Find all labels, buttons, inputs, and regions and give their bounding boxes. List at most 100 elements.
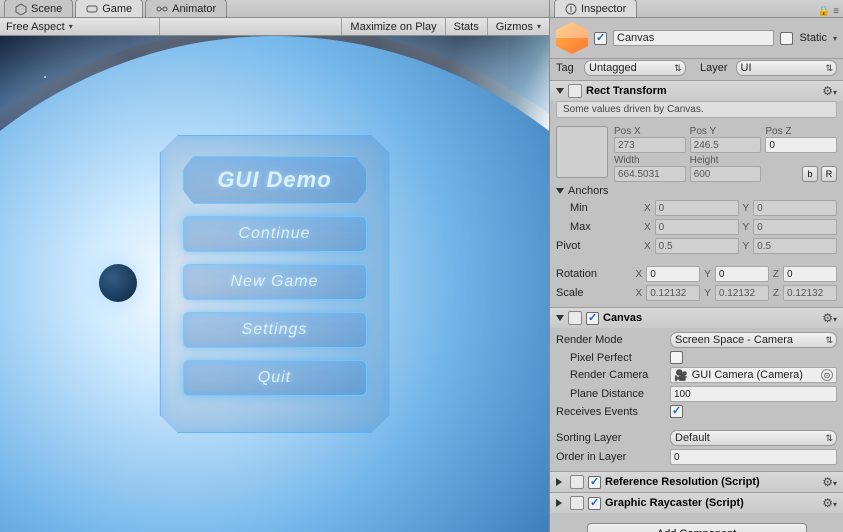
graphic-raycaster-header[interactable]: Graphic Raycaster (Script) ⚙▾: [550, 493, 843, 513]
rect-transform-title: Rect Transform: [586, 85, 667, 97]
main-tabs: Scene Game Animator: [0, 0, 549, 18]
canvas-title: Canvas: [603, 312, 642, 324]
game-view: GUI Demo Continue New Game Settings Quit: [0, 36, 549, 532]
anchor-max-x[interactable]: [655, 219, 739, 235]
posx-label: Pos X: [614, 126, 686, 137]
gizmos-label: Gizmos: [496, 21, 533, 33]
continue-button[interactable]: Continue: [183, 216, 367, 252]
reference-resolution-title: Reference Resolution (Script): [605, 476, 760, 488]
tab-scene[interactable]: Scene: [4, 0, 73, 17]
static-label: Static: [799, 32, 827, 44]
gizmos-button[interactable]: Gizmos: [487, 18, 549, 35]
render-mode-label: Render Mode: [556, 334, 666, 346]
anchor-preset[interactable]: [556, 126, 608, 178]
fold-icon: [556, 88, 564, 94]
new-game-button[interactable]: New Game: [183, 264, 367, 300]
active-checkbox[interactable]: [594, 32, 607, 45]
script-icon: [570, 496, 584, 510]
receives-events-checkbox[interactable]: [670, 405, 683, 418]
raycaster-enabled-checkbox[interactable]: [588, 497, 601, 510]
maximize-on-play-button[interactable]: Maximize on Play: [341, 18, 444, 35]
add-component-button[interactable]: Add Component: [587, 523, 807, 532]
tag-select[interactable]: Untagged: [584, 60, 686, 76]
tab-inspector[interactable]: i Inspector: [554, 0, 637, 17]
maximize-label: Maximize on Play: [350, 21, 436, 33]
anchor-min-y[interactable]: [753, 200, 837, 216]
fold-icon: [556, 499, 566, 507]
static-checkbox[interactable]: [780, 32, 793, 45]
svg-text:i: i: [570, 3, 572, 15]
rot-x[interactable]: [646, 266, 700, 282]
posx-input[interactable]: [614, 137, 686, 153]
rect-transform-section: Rect Transform ⚙▾ Some values driven by …: [550, 80, 843, 307]
plane-distance-input[interactable]: [670, 386, 837, 402]
gameobject-icon[interactable]: [556, 22, 588, 54]
refres-enabled-checkbox[interactable]: [588, 476, 601, 489]
rect-transform-hint: Some values driven by Canvas.: [556, 101, 837, 118]
rot-z[interactable]: [783, 266, 837, 282]
anchors-fold-icon[interactable]: [556, 188, 564, 194]
tab-game[interactable]: Game: [75, 0, 143, 17]
stats-button[interactable]: Stats: [445, 18, 487, 35]
anchor-min-x[interactable]: [655, 200, 739, 216]
anchor-max-y[interactable]: [753, 219, 837, 235]
sorting-layer-label: Sorting Layer: [556, 432, 666, 444]
rotation-label: Rotation: [556, 268, 632, 280]
plane-distance-label: Plane Distance: [570, 388, 666, 400]
rot-y[interactable]: [715, 266, 769, 282]
render-mode-select[interactable]: Screen Space - Camera: [670, 332, 837, 348]
fold-icon: [556, 478, 566, 486]
settings-button[interactable]: Settings: [183, 312, 367, 348]
scale-z[interactable]: [783, 285, 837, 301]
stats-label: Stats: [454, 21, 479, 33]
height-input[interactable]: [690, 166, 762, 182]
tab-animator[interactable]: Animator: [145, 0, 227, 17]
tag-label: Tag: [556, 62, 580, 74]
width-label: Width: [614, 155, 686, 166]
raw-button[interactable]: R: [821, 166, 837, 182]
anchors-label: Anchors: [568, 185, 608, 197]
pixel-perfect-label: Pixel Perfect: [570, 352, 666, 364]
pixel-perfect-checkbox[interactable]: [670, 351, 683, 364]
gear-icon[interactable]: ⚙▾: [822, 311, 837, 325]
posy-input[interactable]: [690, 137, 762, 153]
sorting-layer-value: Default: [675, 432, 710, 444]
order-in-layer-input[interactable]: [670, 449, 837, 465]
quit-button[interactable]: Quit: [183, 360, 367, 396]
gear-icon[interactable]: ⚙▾: [822, 84, 837, 98]
object-header: Static ▾: [550, 18, 843, 59]
layer-select[interactable]: UI: [736, 60, 838, 76]
pivot-y[interactable]: [753, 238, 837, 254]
pivot-x[interactable]: [655, 238, 739, 254]
gear-icon[interactable]: ⚙▾: [822, 496, 837, 510]
inspector-tabs: i Inspector 🔒 ≡: [550, 0, 843, 18]
tab-scene-label: Scene: [31, 3, 62, 15]
graphic-raycaster-title: Graphic Raycaster (Script): [605, 497, 744, 509]
rect-transform-header[interactable]: Rect Transform ⚙▾: [550, 81, 843, 101]
canvas-section: Canvas ⚙▾ Render Mode Screen Space - Came…: [550, 307, 843, 471]
width-input[interactable]: [614, 166, 686, 182]
scale-x[interactable]: [646, 285, 700, 301]
order-in-layer-label: Order in Layer: [556, 451, 666, 463]
scale-y[interactable]: [715, 285, 769, 301]
canvas-enabled-checkbox[interactable]: [586, 312, 599, 325]
rect-transform-icon: [568, 84, 582, 98]
height-label: Height: [690, 155, 762, 166]
canvas-header[interactable]: Canvas ⚙▾: [550, 308, 843, 328]
menu-title: GUI Demo: [183, 156, 367, 204]
lock-icon[interactable]: 🔒 ≡: [818, 6, 839, 17]
tag-value: Untagged: [589, 62, 637, 74]
graphic-raycaster-section: Graphic Raycaster (Script) ⚙▾: [550, 492, 843, 513]
sorting-layer-select[interactable]: Default: [670, 430, 837, 446]
object-name-input[interactable]: [613, 30, 774, 46]
blueprint-button[interactable]: b: [802, 166, 818, 182]
reference-resolution-header[interactable]: Reference Resolution (Script) ⚙▾: [550, 472, 843, 492]
posz-input[interactable]: [765, 137, 837, 153]
script-icon: [570, 475, 584, 489]
aspect-select[interactable]: Free Aspect: [0, 18, 160, 35]
object-picker-icon[interactable]: ⊙: [821, 369, 833, 381]
static-dropdown-icon[interactable]: ▾: [833, 34, 837, 43]
gear-icon[interactable]: ⚙▾: [822, 475, 837, 489]
render-camera-field[interactable]: 🎥GUI Camera (Camera)⊙: [670, 367, 837, 383]
game-toolbar: Free Aspect Maximize on Play Stats Gizmo…: [0, 18, 549, 36]
